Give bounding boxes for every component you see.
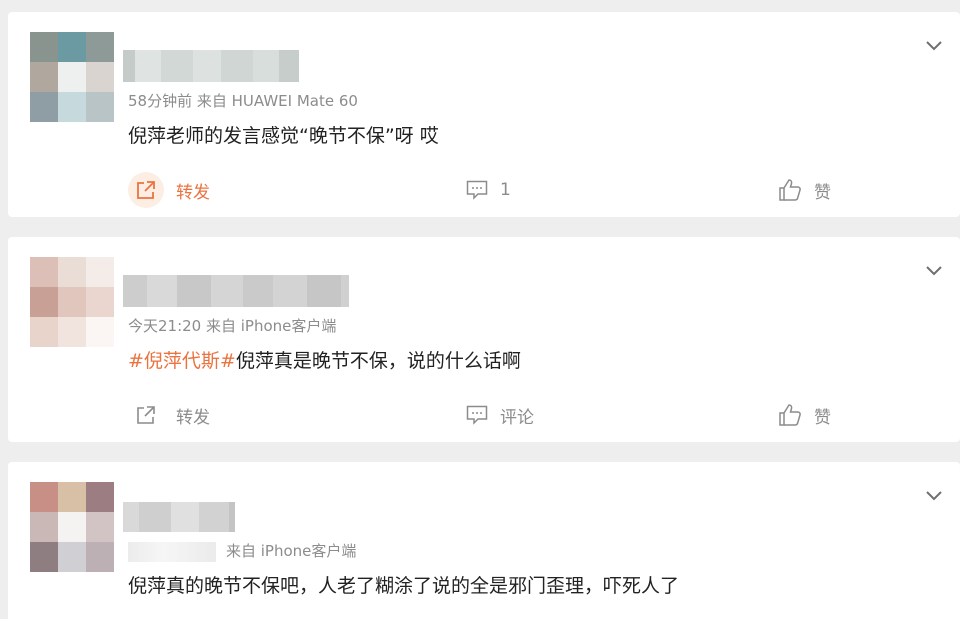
- post-text: 倪萍真的晚节不保吧，人老了糊涂了说的全是邪门歪理，吓死人了: [128, 575, 680, 597]
- action-bar: 转发 评论 赞: [8, 397, 960, 433]
- comment-button[interactable]: 1: [466, 172, 511, 208]
- repost-icon: [137, 406, 155, 424]
- post-card: 今天21:20 来自 iPhone客户端 #倪萍代斯#倪萍真是晚节不保，说的什么…: [8, 237, 960, 442]
- comment-icon: [466, 180, 488, 200]
- comment-count: 1: [500, 180, 511, 200]
- repost-button[interactable]: 转发: [128, 172, 210, 208]
- comment-icon: [466, 405, 488, 425]
- post-source: 来自 iPhone客户端: [226, 542, 357, 560]
- repost-button[interactable]: 转发: [128, 397, 210, 433]
- repost-label: 转发: [176, 407, 210, 428]
- repost-label: 转发: [176, 182, 210, 203]
- post-content: 倪萍真的晚节不保吧，人老了糊涂了说的全是邪门歪理，吓死人了: [128, 571, 679, 598]
- avatar[interactable]: [30, 257, 114, 347]
- like-label: 赞: [814, 182, 831, 203]
- repost-icon: [137, 181, 155, 199]
- like-button[interactable]: 赞: [778, 172, 831, 208]
- username-blurred[interactable]: [123, 502, 235, 532]
- post-text: 倪萍真是晚节不保，说的什么话啊: [235, 350, 521, 372]
- post-card: 来自 iPhone客户端 倪萍真的晚节不保吧，人老了糊涂了说的全是邪门歪理，吓死…: [8, 462, 960, 619]
- hashtag-link[interactable]: #倪萍代斯#: [128, 350, 236, 372]
- username-blurred[interactable]: [123, 275, 349, 307]
- like-button[interactable]: 赞: [778, 397, 831, 433]
- post-content: #倪萍代斯#倪萍真是晚节不保，说的什么话啊: [128, 346, 521, 373]
- post-text: 倪萍老师的发言感觉“晚节不保”呀 哎: [128, 125, 439, 147]
- chevron-down-icon[interactable]: [926, 488, 942, 504]
- avatar[interactable]: [30, 32, 114, 122]
- like-label: 赞: [814, 407, 831, 428]
- comment-label: 评论: [500, 407, 534, 428]
- comment-button[interactable]: 评论: [466, 397, 534, 433]
- repost-icon-wrap: [128, 397, 164, 433]
- post-meta: 58分钟前 来自 HUAWEI Mate 60: [128, 92, 358, 110]
- chevron-down-icon[interactable]: [926, 38, 942, 54]
- action-bar: 转发 1 赞: [8, 172, 960, 208]
- post-meta: 今天21:20 来自 iPhone客户端: [128, 317, 337, 335]
- time-blurred: [128, 541, 216, 562]
- thumbs-up-icon: [779, 179, 801, 201]
- post-content: 倪萍老师的发言感觉“晚节不保”呀 哎: [128, 121, 439, 148]
- post-meta: 来自 iPhone客户端: [128, 540, 356, 562]
- username-blurred[interactable]: [123, 50, 299, 82]
- chevron-down-icon[interactable]: [926, 263, 942, 279]
- avatar[interactable]: [30, 482, 114, 572]
- thumbs-up-icon: [779, 404, 801, 426]
- post-card: 58分钟前 来自 HUAWEI Mate 60 倪萍老师的发言感觉“晚节不保”呀…: [8, 12, 960, 217]
- repost-icon-wrap: [128, 172, 164, 208]
